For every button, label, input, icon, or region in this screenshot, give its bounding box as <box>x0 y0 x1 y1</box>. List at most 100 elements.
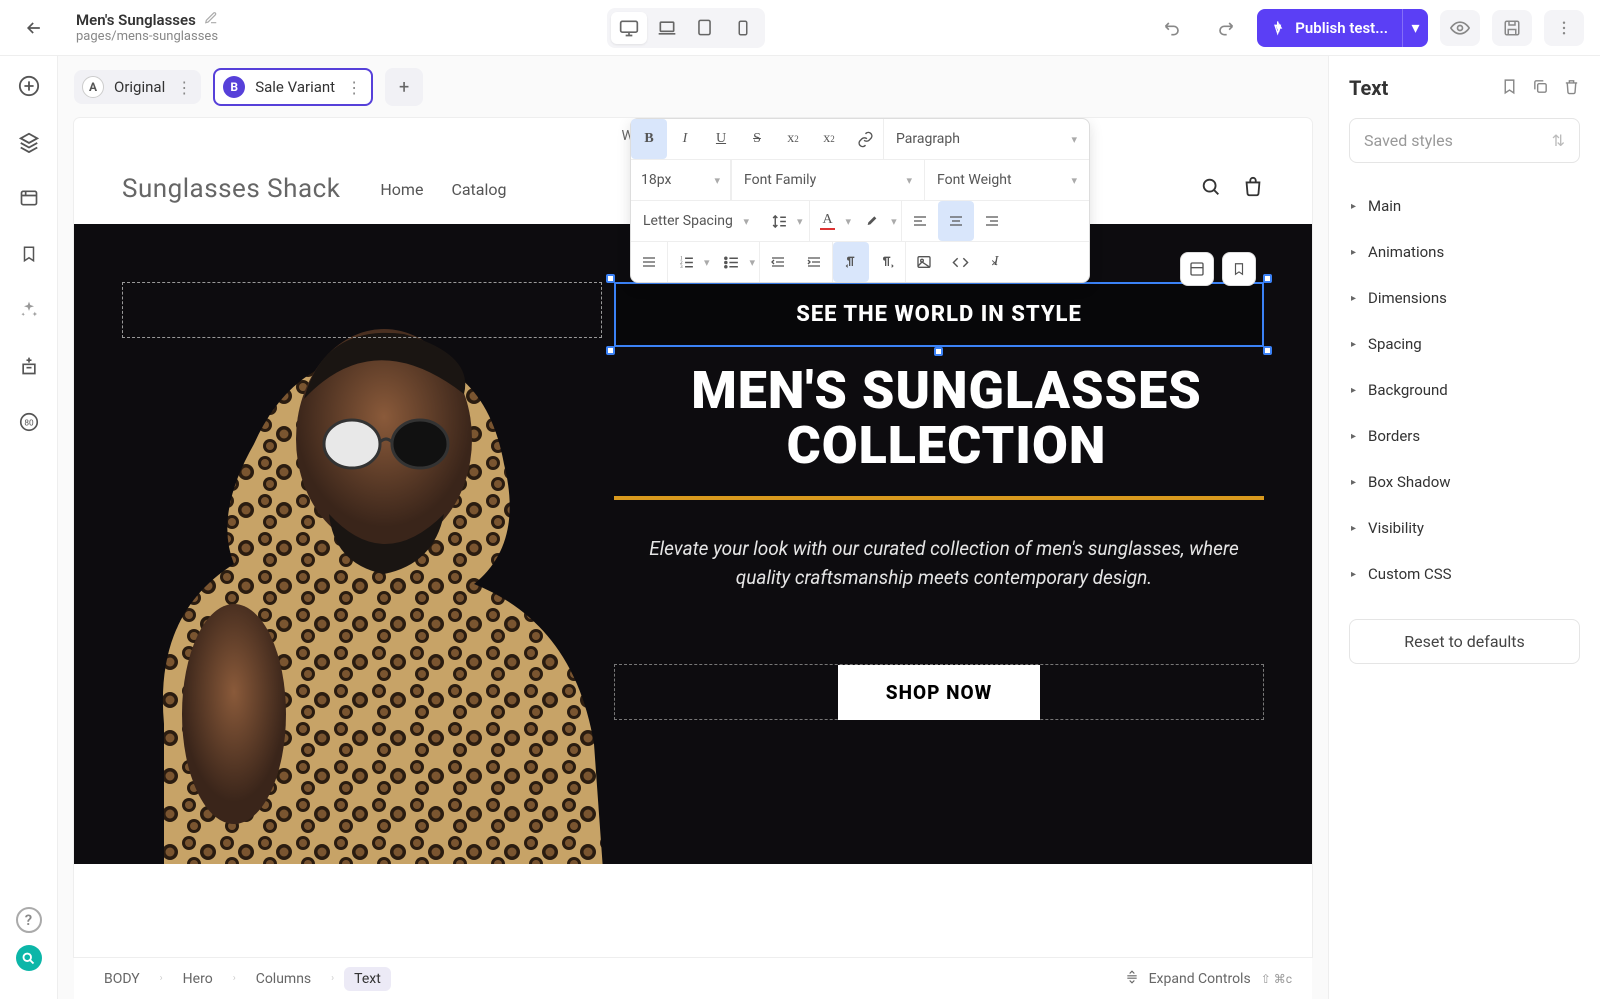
text-color-button[interactable]: A <box>810 201 846 241</box>
paragraph-style-select[interactable]: Paragraph▾ <box>883 119 1089 159</box>
variant-menu-button[interactable]: ⋮ <box>175 78 193 97</box>
copy-icon[interactable] <box>1532 78 1549 99</box>
hero-title[interactable]: MEN'S SUNGLASSES COLLECTION <box>629 364 1264 473</box>
hero-section[interactable]: SEE THE WORLD IN STYLE MEN'S SUNGLASSES … <box>74 224 1312 864</box>
bookmark-icon[interactable] <box>1501 78 1518 99</box>
font-size-input[interactable]: 18px▾ <box>631 160 731 200</box>
help-button[interactable]: ? <box>16 907 42 933</box>
publish-menu-button[interactable]: ▾ <box>1402 9 1428 47</box>
subscript-button[interactable]: x2 <box>811 119 847 159</box>
section-dimensions[interactable]: ▸Dimensions <box>1349 275 1580 321</box>
publish-button[interactable]: Publish test... <box>1257 9 1402 47</box>
components-button[interactable] <box>15 352 43 380</box>
crumb-body[interactable]: BODY <box>94 967 150 991</box>
expand-shortcut: ⇧ ⌘c <box>1261 972 1292 986</box>
preview-button[interactable] <box>1440 10 1480 46</box>
device-desktop-button[interactable] <box>611 12 647 44</box>
hero-divider[interactable] <box>614 496 1264 500</box>
left-rail: 80 ? <box>0 56 58 999</box>
section-spacing[interactable]: ▸Spacing <box>1349 321 1580 367</box>
variant-badge-b: B <box>223 76 245 98</box>
device-tablet-button[interactable] <box>687 12 723 44</box>
expand-controls-button[interactable]: Expand Controls <box>1149 971 1251 987</box>
saved-styles-select[interactable]: Saved styles ⇅ <box>1349 118 1580 163</box>
insert-image-button[interactable] <box>906 242 942 282</box>
device-switcher <box>218 8 1153 48</box>
site-logo[interactable]: Sunglasses Shack <box>122 174 340 204</box>
edit-title-icon[interactable] <box>204 11 218 29</box>
hero-tagline[interactable]: SEE THE WORLD IN STYLE <box>616 302 1262 327</box>
strikethrough-button[interactable]: S <box>739 119 775 159</box>
nav-catalog[interactable]: Catalog <box>451 180 506 199</box>
shop-now-button[interactable]: SHOP NOW <box>838 665 1040 720</box>
undo-button[interactable] <box>1153 10 1193 46</box>
expand-controls-icon[interactable] <box>1125 970 1139 988</box>
section-custom-css[interactable]: ▸Custom CSS <box>1349 551 1580 597</box>
ai-button[interactable] <box>15 296 43 324</box>
hero-description[interactable]: Elevate your look with our curated colle… <box>644 534 1244 593</box>
pin-bookmark-button[interactable] <box>1222 252 1256 286</box>
reset-button[interactable]: Reset to defaults <box>1349 619 1580 664</box>
back-button[interactable] <box>16 10 52 46</box>
bold-button[interactable]: B <box>631 119 667 159</box>
superscript-button[interactable]: x2 <box>775 119 811 159</box>
redo-button[interactable] <box>1205 10 1245 46</box>
ltr-button[interactable] <box>833 242 869 282</box>
crumb-hero[interactable]: Hero <box>173 967 223 991</box>
add-variant-button[interactable]: + <box>385 68 423 106</box>
canvas[interactable]: Welcome to our store Sunglasses Shack Ho… <box>74 118 1312 957</box>
align-left-button[interactable] <box>902 201 938 241</box>
unordered-list-button[interactable] <box>714 242 750 282</box>
font-family-select[interactable]: Font Family▾ <box>731 160 924 200</box>
outdent-button[interactable] <box>760 242 796 282</box>
section-visibility[interactable]: ▸Visibility <box>1349 505 1580 551</box>
align-right-button[interactable] <box>974 201 1010 241</box>
section-background[interactable]: ▸Background <box>1349 367 1580 413</box>
clear-format-button[interactable]: I✕ <box>978 242 1014 282</box>
variant-menu-button[interactable]: ⋮ <box>345 78 363 97</box>
add-element-button[interactable] <box>15 72 43 100</box>
history-button[interactable]: 80 <box>15 408 43 436</box>
variant-original-tab[interactable]: A Original ⋮ <box>74 70 201 104</box>
hero-image <box>104 264 624 864</box>
indent-button[interactable] <box>796 242 832 282</box>
selected-text-element[interactable]: SEE THE WORLD IN STYLE <box>614 282 1264 347</box>
section-box-shadow[interactable]: ▸Box Shadow <box>1349 459 1580 505</box>
section-animations[interactable]: ▸Animations <box>1349 229 1580 275</box>
link-button[interactable] <box>847 119 883 159</box>
cart-icon[interactable] <box>1242 176 1264 202</box>
more-button[interactable] <box>1544 10 1584 46</box>
pages-button[interactable] <box>15 184 43 212</box>
align-center-button[interactable] <box>938 201 974 241</box>
code-button[interactable] <box>942 242 978 282</box>
line-height-button[interactable] <box>761 201 797 241</box>
empty-column-placeholder[interactable] <box>122 282 602 338</box>
italic-button[interactable]: I <box>667 119 703 159</box>
letter-spacing-select[interactable]: Letter Spacing▾ <box>631 201 761 241</box>
section-main[interactable]: ▸Main <box>1349 183 1580 229</box>
save-button[interactable] <box>1492 10 1532 46</box>
nav-home[interactable]: Home <box>380 180 423 199</box>
page-title: Men's Sunglasses <box>76 11 196 29</box>
device-mobile-button[interactable] <box>725 12 761 44</box>
search-global-button[interactable] <box>16 945 42 971</box>
delete-icon[interactable] <box>1563 78 1580 99</box>
rtl-button[interactable] <box>869 242 905 282</box>
ordered-list-button[interactable]: 123 <box>668 242 704 282</box>
search-icon[interactable] <box>1200 176 1222 202</box>
underline-button[interactable]: U <box>703 119 739 159</box>
crumb-columns[interactable]: Columns <box>246 967 321 991</box>
crumb-text[interactable]: Text <box>344 967 391 991</box>
align-justify-button[interactable] <box>631 242 667 282</box>
font-weight-select[interactable]: Font Weight▾ <box>924 160 1089 200</box>
highlight-button[interactable] <box>855 201 891 241</box>
variant-label: Sale Variant <box>255 78 335 96</box>
section-borders[interactable]: ▸Borders <box>1349 413 1580 459</box>
device-laptop-button[interactable] <box>649 12 685 44</box>
page-path: pages/mens-sunglasses <box>76 29 218 44</box>
bookmarks-button[interactable] <box>15 240 43 268</box>
pin-layout-button[interactable] <box>1180 252 1214 286</box>
cta-container[interactable]: SHOP NOW <box>614 664 1264 720</box>
layers-button[interactable] <box>15 128 43 156</box>
variant-sale-tab[interactable]: B Sale Variant ⋮ <box>213 68 373 106</box>
